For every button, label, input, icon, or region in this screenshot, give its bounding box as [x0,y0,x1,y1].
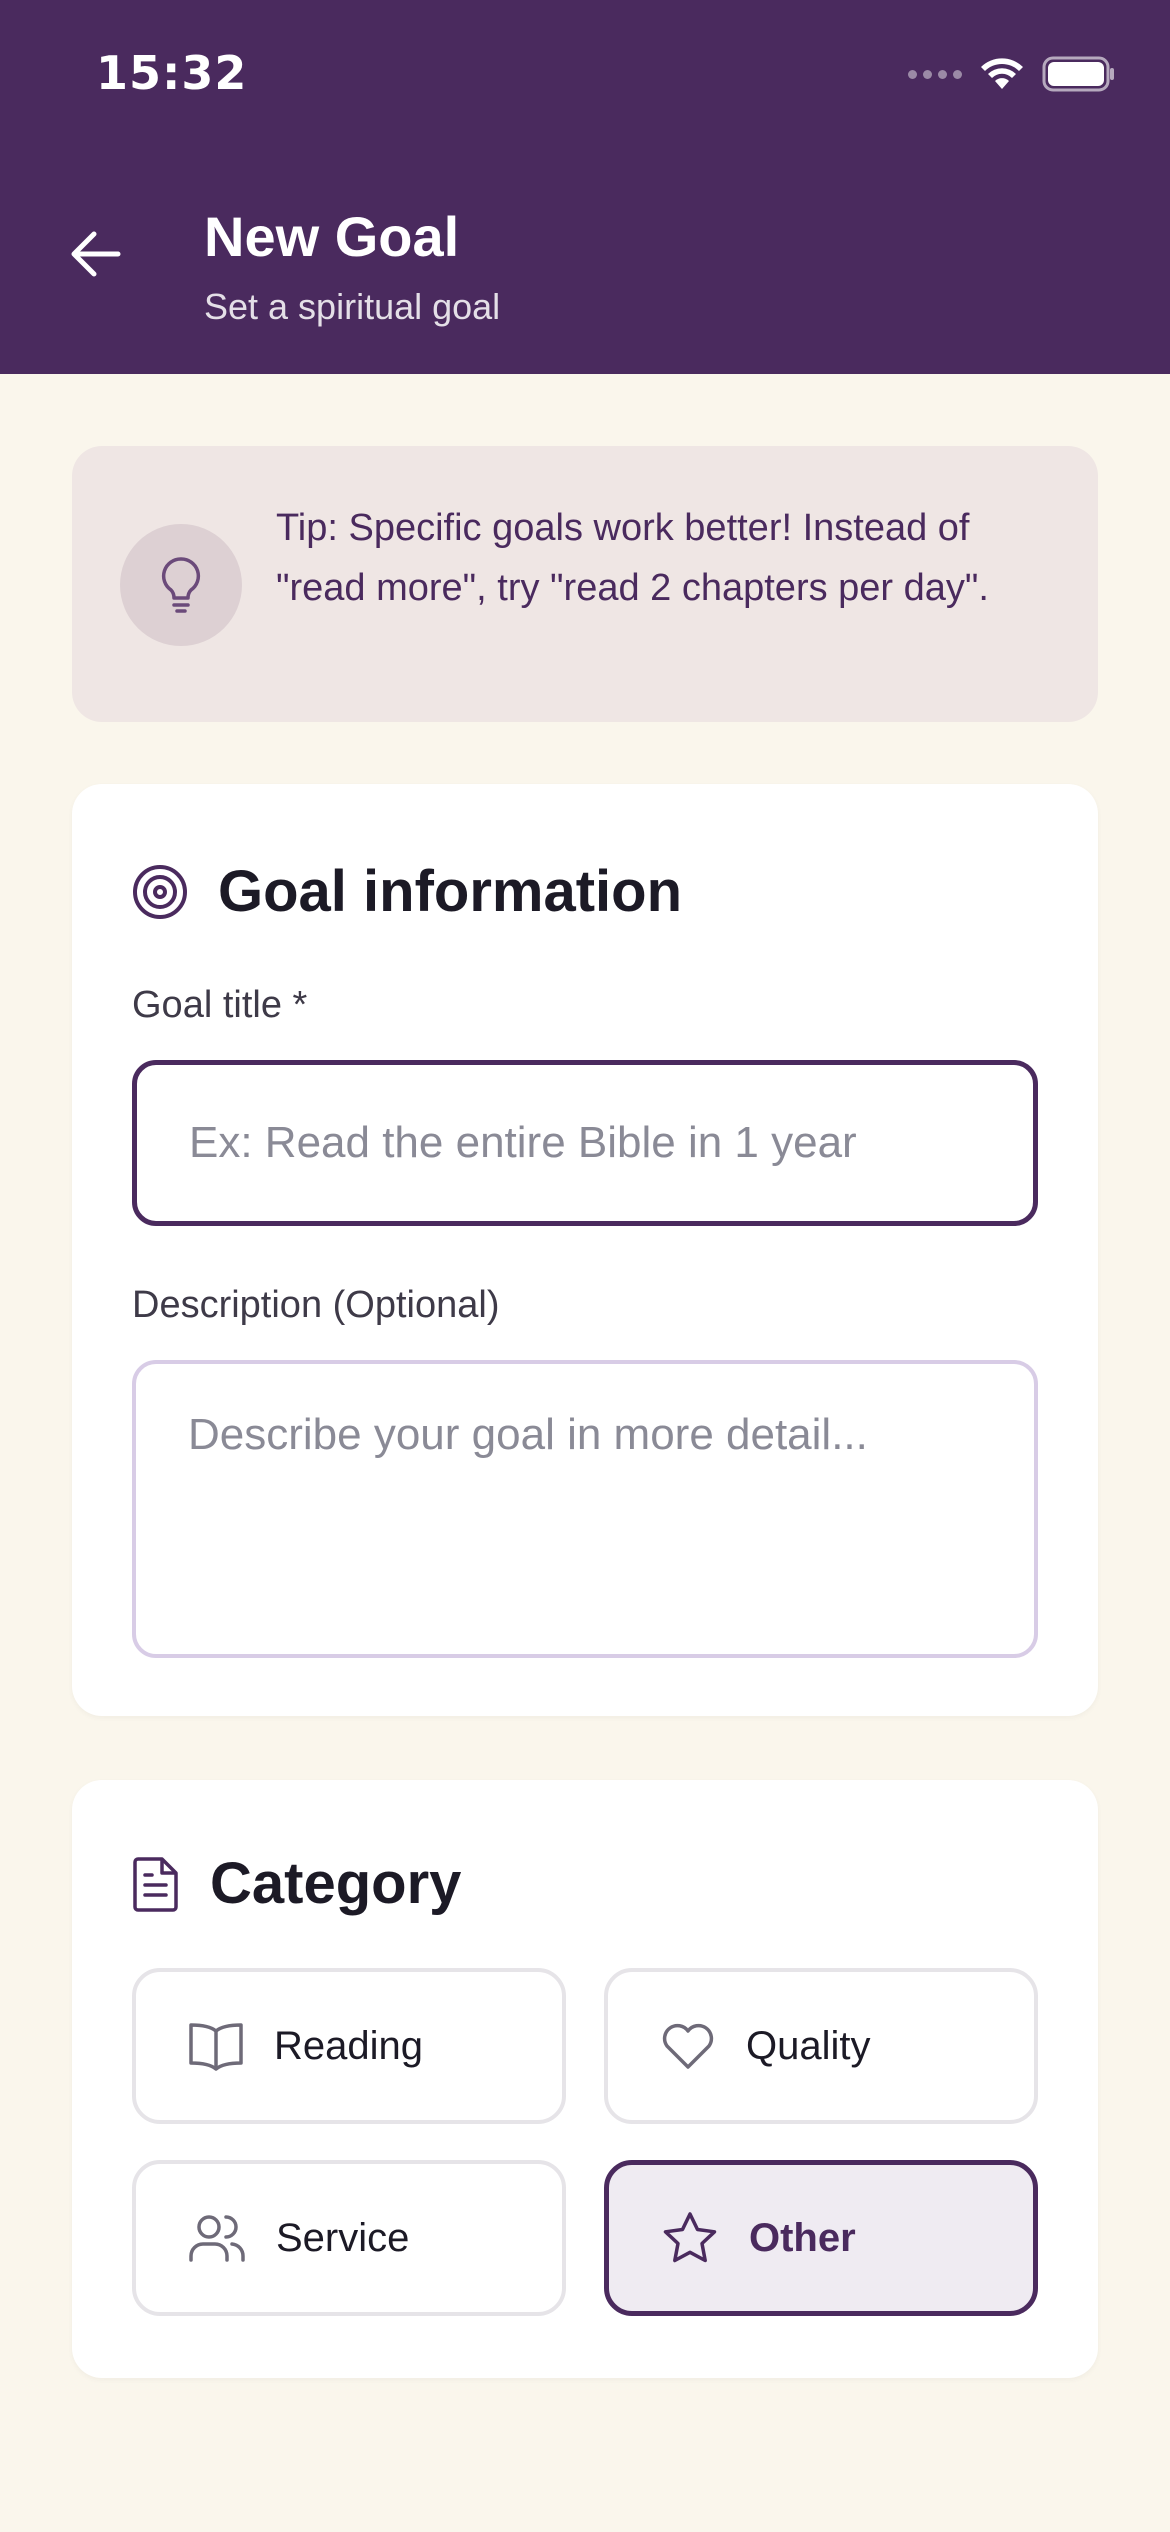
category-heading: Category [210,1851,462,1916]
app-header: 15:32 New Goal Set a spiritual goal [0,0,1170,374]
goal-title-label: Goal title * [132,984,308,1026]
arrow-left-icon [71,231,121,277]
status-icons [908,52,1116,96]
goal-information-header: Goal information [132,858,682,925]
goal-title-input[interactable]: Ex: Read the entire Bible in 1 year [132,1060,1038,1226]
description-label: Description (Optional) [132,1284,500,1326]
category-reading-button[interactable]: Reading [132,1968,566,2124]
page-subtitle: Set a spiritual goal [204,286,501,327]
goal-information-heading: Goal information [218,859,682,924]
book-icon [189,2023,243,2071]
category-service-button[interactable]: Service [132,2160,566,2316]
status-time: 15:32 [96,46,248,100]
category-reading-label: Reading [274,2023,424,2068]
category-header: Category [132,1850,461,1917]
page-title: New Goal [204,205,460,268]
signal-icon [908,69,962,79]
description-placeholder: Describe your goal in more detail... [188,1410,868,1459]
tip-text: Tip: Specific goals work better! Instead… [276,507,989,609]
tip-banner: Tip: Specific goals work better! Instead… [72,446,1098,722]
goal-title-placeholder: Ex: Read the entire Bible in 1 year [189,1118,857,1167]
users-icon [189,2215,245,2262]
description-textarea[interactable]: Describe your goal in more detail... [132,1360,1038,1658]
category-other-label: Other [749,2215,856,2260]
lightbulb-icon [120,524,242,646]
category-other-button[interactable]: Other [604,2160,1038,2316]
battery-icon [1042,56,1114,92]
category-quality-label: Quality [746,2023,871,2068]
category-service-label: Service [276,2215,410,2260]
wifi-icon [981,58,1023,89]
star-icon [663,2212,717,2263]
category-card: Category Reading Quality Service Other [72,1780,1098,2378]
goal-information-card: Goal information Goal title * Ex: Read t… [72,784,1098,1716]
category-quality-button[interactable]: Quality [604,1968,1038,2124]
heart-icon [662,2023,714,2069]
target-icon [133,864,187,919]
document-icon [133,1856,178,1912]
back-button[interactable] [64,222,128,286]
